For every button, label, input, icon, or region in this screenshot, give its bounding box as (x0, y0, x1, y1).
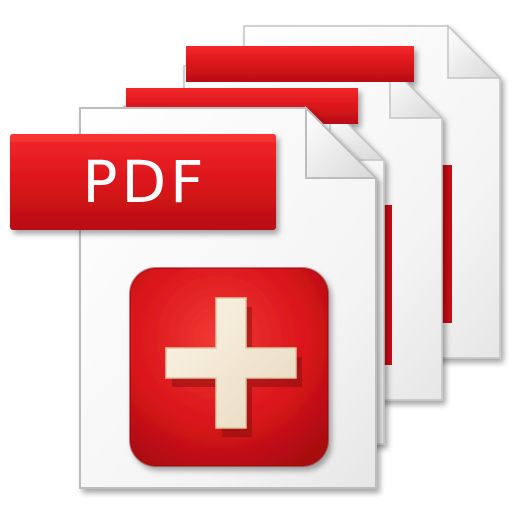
app-icon[interactable]: PDF (0, 0, 512, 512)
pdf-label: PDF (82, 148, 208, 216)
stacked-pdf-documents-icon (10, 24, 502, 489)
